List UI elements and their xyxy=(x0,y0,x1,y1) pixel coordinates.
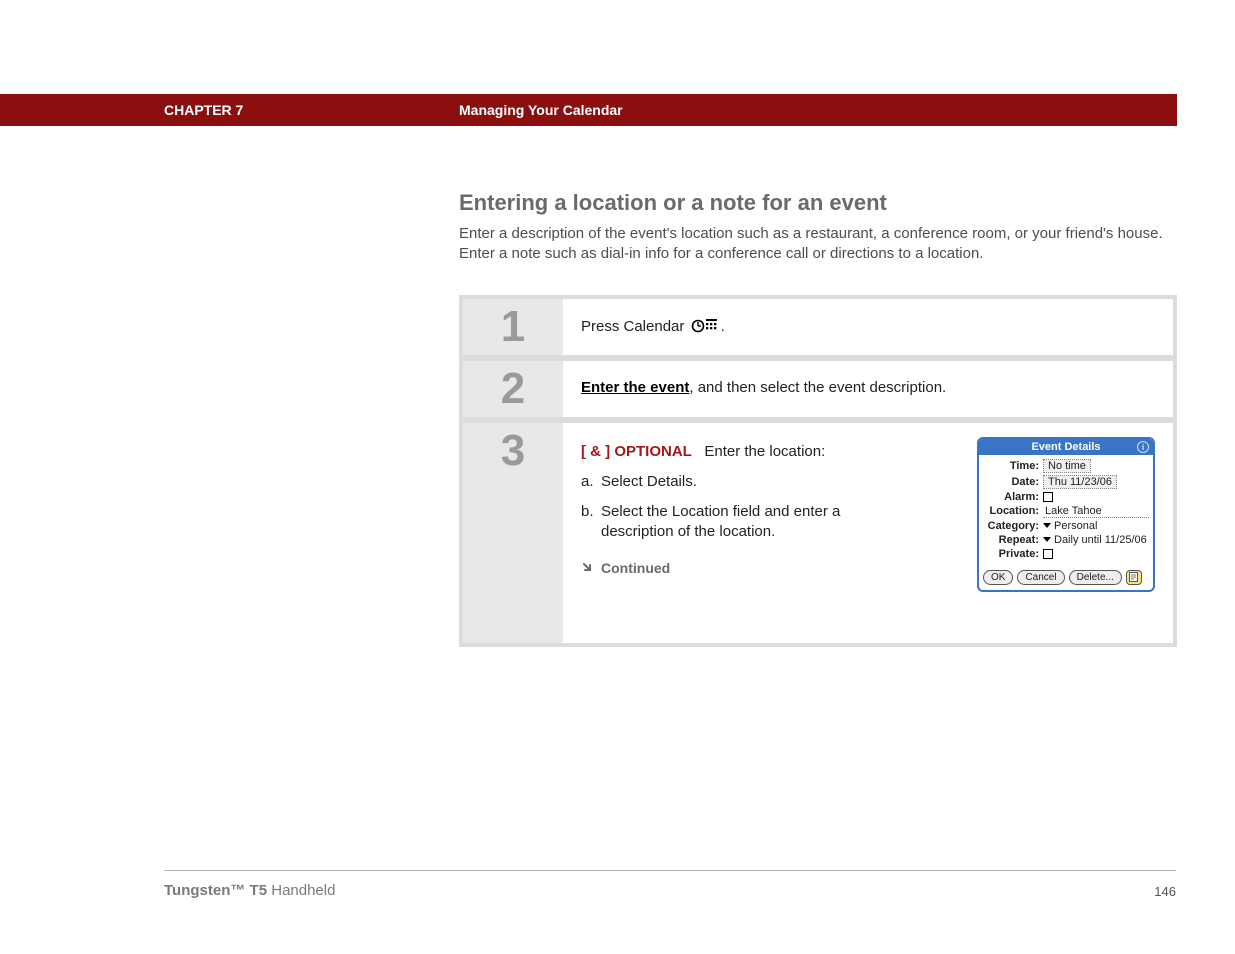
dropdown-icon[interactable] xyxy=(1043,537,1051,542)
section-intro: Enter a description of the event's locat… xyxy=(459,224,1177,265)
optional-tag: [ & ] OPTIONAL xyxy=(581,443,692,460)
note-button[interactable] xyxy=(1126,570,1142,585)
info-icon[interactable]: i xyxy=(1137,441,1149,453)
section-heading: Entering a location or a note for an eve… xyxy=(459,190,1177,216)
step-2-number: 2 xyxy=(463,361,563,417)
footer-product: Tungsten™ T5 Handheld xyxy=(164,882,335,899)
dialog-title: Event Details xyxy=(1031,441,1100,453)
dropdown-icon[interactable] xyxy=(1043,523,1051,528)
step-1-text-after: . xyxy=(721,317,725,334)
footer-rule xyxy=(164,870,1176,871)
step-3-body: [ & ] OPTIONAL Enter the location: Selec… xyxy=(563,423,1173,643)
private-label: Private: xyxy=(983,548,1043,560)
event-details-dialog: Event Details i Time: No time Date: Thu … xyxy=(977,437,1155,592)
steps-table: 1 Press Calendar xyxy=(459,295,1177,647)
alarm-label: Alarm: xyxy=(983,491,1043,503)
chapter-header: CHAPTER 7 Managing Your Calendar xyxy=(0,94,1177,126)
dialog-titlebar: Event Details i xyxy=(979,439,1153,455)
enter-event-link[interactable]: Enter the event xyxy=(581,379,689,396)
category-label: Category: xyxy=(983,520,1043,532)
substep-b: Select the Location field and enter a de… xyxy=(601,502,841,543)
cancel-button[interactable]: Cancel xyxy=(1017,570,1064,585)
category-value[interactable]: Personal xyxy=(1054,520,1097,532)
note-icon xyxy=(1129,572,1138,582)
footer-product-bold: Tungsten™ T5 xyxy=(164,882,267,899)
step-3: 3 [ & ] OPTIONAL Enter the location: Sel… xyxy=(463,423,1173,643)
step-1-text-before: Press Calendar xyxy=(581,317,689,334)
calendar-icon xyxy=(691,317,719,337)
continued-arrow-icon xyxy=(581,561,595,575)
time-value[interactable]: No time xyxy=(1043,459,1091,473)
private-checkbox[interactable] xyxy=(1043,549,1053,559)
repeat-value[interactable]: Daily until 11/25/06 xyxy=(1054,534,1147,546)
step-1-number: 1 xyxy=(463,299,563,355)
time-label: Time: xyxy=(983,460,1043,472)
step-3-number: 3 xyxy=(463,423,563,643)
location-label: Location: xyxy=(983,505,1043,517)
location-field[interactable]: Lake Tahoe xyxy=(1043,505,1149,518)
main-content: Entering a location or a note for an eve… xyxy=(459,190,1177,647)
step-2-rest: , and then select the event description. xyxy=(689,379,946,396)
repeat-label: Repeat: xyxy=(983,534,1043,546)
page-number: 146 xyxy=(1154,884,1176,899)
step-2: 2 Enter the event, and then select the e… xyxy=(463,361,1173,417)
step-1-body: Press Calendar . xyxy=(563,299,1173,355)
footer-product-rest: Handheld xyxy=(267,882,335,899)
date-label: Date: xyxy=(983,476,1043,488)
chapter-title: Managing Your Calendar xyxy=(459,102,623,118)
step-3-lead: Enter the location: xyxy=(704,443,825,460)
date-value[interactable]: Thu 11/23/06 xyxy=(1043,475,1117,489)
continued-label: Continued xyxy=(601,560,670,576)
chapter-label: CHAPTER 7 xyxy=(164,102,243,118)
alarm-checkbox[interactable] xyxy=(1043,492,1053,502)
step-2-body: Enter the event, and then select the eve… xyxy=(563,361,1173,417)
step-1: 1 Press Calendar xyxy=(463,299,1173,355)
ok-button[interactable]: OK xyxy=(983,570,1013,585)
delete-button[interactable]: Delete... xyxy=(1069,570,1122,585)
substep-a: Select Details. xyxy=(601,472,841,492)
